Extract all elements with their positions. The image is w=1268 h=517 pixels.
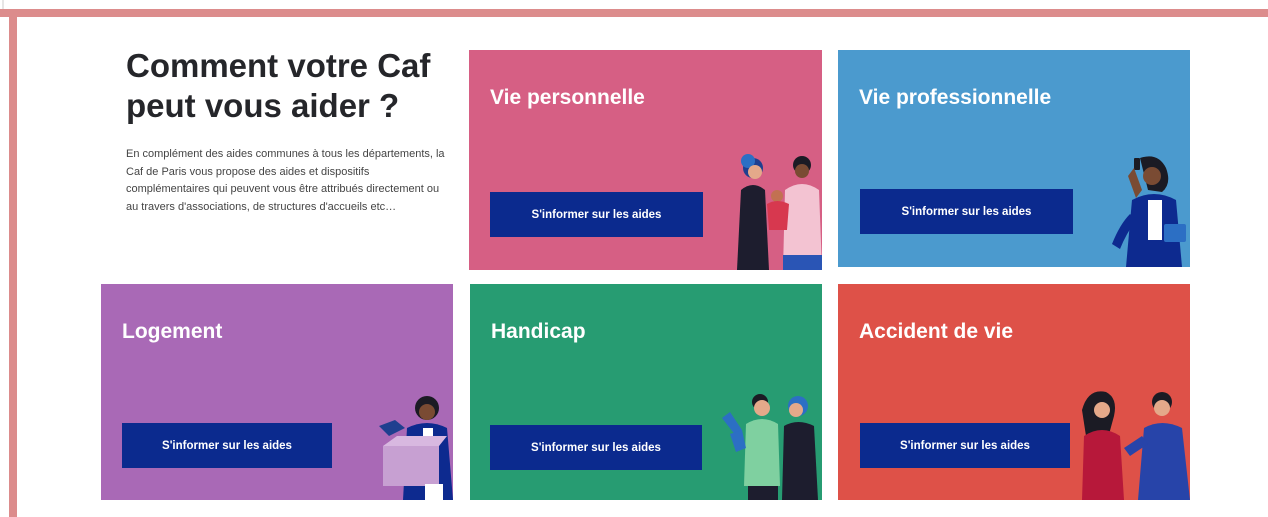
worker-phone-illustration — [1112, 156, 1186, 267]
inform-button-accident-de-vie[interactable]: S'informer sur les aides — [860, 423, 1070, 468]
page-edge-line — [2, 0, 4, 9]
card-vie-professionnelle[interactable]: Vie professionnelle S'informer sur les a… — [838, 50, 1190, 267]
section-title-line1: Comment votre Caf — [126, 47, 431, 84]
card-title: Vie professionnelle — [859, 86, 1052, 109]
family-illustration — [737, 154, 822, 270]
card-title: Handicap — [491, 320, 586, 343]
card-accident-de-vie[interactable]: Accident de vie S'informer sur les aides — [838, 284, 1190, 500]
inform-button-vie-personnelle[interactable]: S'informer sur les aides — [490, 192, 703, 237]
inform-button-logement[interactable]: S'informer sur les aides — [122, 423, 332, 468]
highlight-frame-top — [0, 9, 1268, 17]
inform-button-handicap[interactable]: S'informer sur les aides — [490, 425, 702, 470]
intro-paragraph: En complément des aides communes à tous … — [126, 148, 445, 213]
card-title: Accident de vie — [859, 320, 1014, 343]
card-title: Vie personnelle — [490, 86, 645, 109]
card-title: Logement — [122, 320, 223, 343]
card-handicap[interactable]: Handicap S'informer sur les aides — [470, 284, 822, 500]
section-title-line2: peut vous aider ? — [126, 87, 400, 124]
intro-section: Comment votre Caf peut vous aider ? En c… — [126, 46, 451, 216]
card-vie-personnelle[interactable]: Vie personnelle S'informer sur les aides — [469, 50, 822, 270]
comforting-illustration — [1082, 391, 1190, 500]
couple-illustration — [722, 394, 818, 500]
inform-button-vie-professionnelle[interactable]: S'informer sur les aides — [860, 189, 1073, 234]
section-title: Comment votre Caf peut vous aider ? — [126, 46, 451, 126]
moving-box-illustration — [379, 396, 453, 500]
highlight-frame-left — [9, 9, 17, 517]
card-logement[interactable]: Logement S'informer sur les aides — [101, 284, 453, 500]
